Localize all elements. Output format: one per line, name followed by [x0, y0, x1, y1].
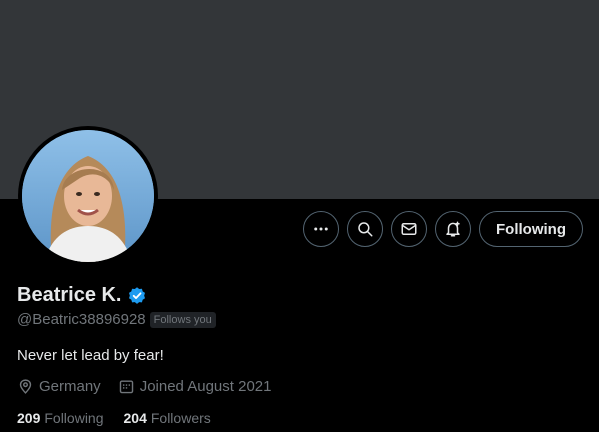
profile-bio: Never let lead by fear!	[17, 347, 164, 364]
search-button[interactable]	[347, 211, 383, 247]
notification-bell-icon	[446, 221, 460, 237]
message-button[interactable]	[391, 211, 427, 247]
followers-count: 204	[123, 410, 147, 426]
followers-stat-link[interactable]: 204 Followers	[124, 410, 211, 426]
follows-you-badge: Follows you	[149, 311, 216, 328]
following-button[interactable]: Following	[479, 211, 583, 247]
name-row: Beatrice K.	[17, 284, 147, 307]
location-item: Germany	[17, 378, 101, 395]
search-icon	[358, 222, 373, 237]
verified-badge-icon[interactable]	[127, 286, 147, 306]
profile-meta: Germany Joined August 2021	[17, 378, 288, 395]
notifications-button[interactable]	[435, 211, 471, 247]
handle-row: @Beatric38896928 Follows you	[17, 311, 216, 328]
profile-actions: Following	[0, 211, 599, 247]
followers-label: Followers	[150, 410, 211, 426]
more-button[interactable]	[303, 211, 339, 247]
location-pin-icon	[19, 379, 32, 394]
joined-item: Joined August 2021	[118, 378, 272, 395]
message-icon	[401, 223, 417, 235]
location-text: Germany	[39, 378, 101, 395]
following-stat-link[interactable]: 209 Following	[17, 410, 104, 426]
calendar-icon	[119, 380, 133, 394]
following-label: Following	[44, 410, 104, 426]
follow-stats: 209 Following 204 Followers	[17, 410, 231, 426]
following-count: 209	[17, 410, 41, 426]
joined-text: Joined August 2021	[139, 378, 272, 395]
more-icon	[314, 227, 328, 231]
display-name: Beatrice K.	[17, 284, 122, 306]
user-handle: @Beatric38896928	[17, 311, 146, 328]
